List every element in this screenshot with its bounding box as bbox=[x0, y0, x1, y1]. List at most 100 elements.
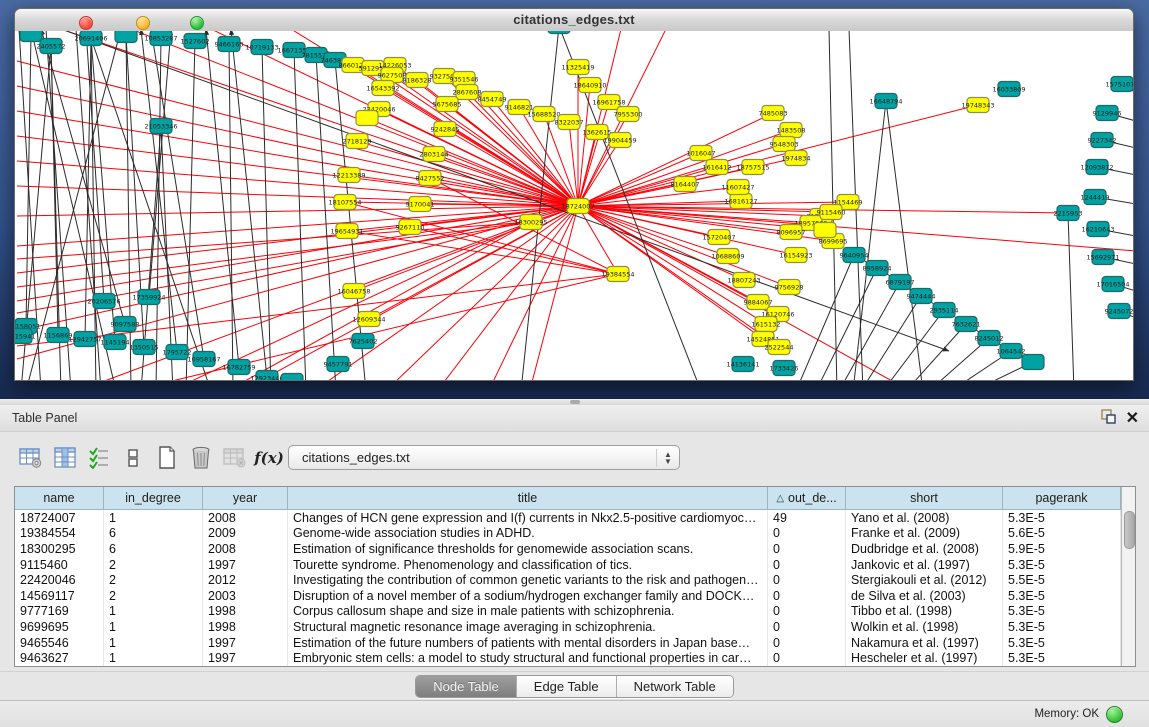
table-cell[interactable]: 2009 bbox=[203, 526, 288, 542]
table-scrollbar[interactable] bbox=[1121, 487, 1135, 666]
graph-node[interactable]: 10958167 bbox=[187, 352, 220, 367]
graph-node[interactable]: 9245072 bbox=[1105, 304, 1133, 319]
table-cell[interactable]: Stergiakouli et al. (2012) bbox=[846, 572, 1003, 588]
graph-node[interactable]: 2935114 bbox=[930, 303, 959, 318]
graph-node[interactable]: 9129946 bbox=[1093, 106, 1122, 121]
graph-node[interactable]: 15692971 bbox=[1086, 250, 1119, 265]
table-cell[interactable]: 5.3E-5 bbox=[1003, 588, 1121, 604]
graph-node[interactable]: 9227342 bbox=[1088, 133, 1117, 148]
graph-node[interactable]: 2718129 bbox=[343, 134, 372, 149]
graph-node[interactable] bbox=[115, 31, 137, 43]
graph-node[interactable]: 10853287 bbox=[144, 31, 177, 46]
table-selector-dropdown[interactable]: citations_edges.txt ▲▼ bbox=[288, 445, 680, 470]
table-cell[interactable]: Yano et al. (2008) bbox=[846, 510, 1003, 526]
graph-node[interactable]: 1483508 bbox=[777, 123, 806, 138]
table-row[interactable]: 1938455462009Genome-wide association stu… bbox=[15, 526, 1121, 542]
table-cell[interactable]: 1 bbox=[104, 510, 203, 526]
table-cell[interactable]: Tibbo et al. (1998) bbox=[846, 604, 1003, 620]
graph-node[interactable]: 2215953 bbox=[1054, 206, 1083, 221]
table-cell[interactable]: 5.9E-5 bbox=[1003, 541, 1121, 557]
table-cell[interactable]: 2 bbox=[104, 557, 203, 573]
graph-node[interactable]: 16046758 bbox=[337, 284, 370, 299]
graph-node[interactable]: 1350515 bbox=[130, 340, 159, 355]
table-cell[interactable]: Hescheler et al. (1997) bbox=[846, 650, 1003, 666]
graph-node[interactable]: 19748343 bbox=[961, 98, 994, 113]
close-panel-icon[interactable]: ✕ bbox=[1126, 410, 1139, 428]
graph-node[interactable]: 1527602 bbox=[181, 34, 210, 49]
graph-node[interactable]: 19384554 bbox=[601, 267, 634, 282]
graph-node[interactable]: 7625402 bbox=[349, 334, 378, 349]
table-cell[interactable]: Structural magnetic resonance image aver… bbox=[288, 619, 768, 635]
graph-node[interactable]: 9457791 bbox=[324, 357, 353, 372]
table-cell[interactable]: de Silva et al. (2003) bbox=[846, 588, 1003, 604]
table-cell[interactable]: 5.5E-5 bbox=[1003, 572, 1121, 588]
table-cell[interactable]: 1 bbox=[104, 604, 203, 620]
table-cell[interactable]: 2003 bbox=[203, 588, 288, 604]
table-cell[interactable]: 1 bbox=[104, 619, 203, 635]
graph-node[interactable]: 17016504 bbox=[1096, 277, 1129, 292]
graph-node[interactable]: 21053346 bbox=[144, 119, 177, 134]
splitter-handle-icon[interactable] bbox=[570, 400, 580, 404]
graph-node[interactable] bbox=[1022, 355, 1044, 370]
graph-node[interactable]: 10719133 bbox=[245, 40, 278, 55]
table-cell[interactable]: 1997 bbox=[203, 557, 288, 573]
table-row[interactable]: 1456911722003Disruption of a novel membe… bbox=[15, 588, 1121, 604]
graph-node[interactable]: 1145194 bbox=[101, 335, 130, 350]
new-table-button[interactable] bbox=[152, 442, 182, 474]
table-cell[interactable]: 5.3E-5 bbox=[1003, 510, 1121, 526]
tab-network-table[interactable]: Network Table bbox=[616, 676, 733, 697]
table-row[interactable]: 946362711997Embryonic stem cells: a mode… bbox=[15, 650, 1121, 666]
tab-node-table[interactable]: Node Table bbox=[416, 676, 516, 697]
table-row[interactable]: 946554611997Estimation of the future num… bbox=[15, 635, 1121, 651]
table-cell[interactable]: 6 bbox=[104, 541, 203, 557]
table-cell[interactable]: 2008 bbox=[203, 510, 288, 526]
graph-node[interactable]: 1016047 bbox=[687, 146, 716, 161]
graph-node[interactable]: 16033809 bbox=[992, 82, 1025, 97]
graph-node[interactable]: 9548303 bbox=[770, 137, 799, 152]
column-header-name[interactable]: name bbox=[15, 487, 104, 509]
table-cell[interactable]: Dudbridge et al. (2008) bbox=[846, 541, 1003, 557]
table-cell[interactable]: 5.3E-5 bbox=[1003, 635, 1121, 651]
table-cell[interactable]: 0 bbox=[768, 557, 846, 573]
graph-node[interactable]: 9170041 bbox=[406, 197, 435, 212]
table-cell[interactable]: 0 bbox=[768, 588, 846, 604]
graph-node[interactable]: 1244419 bbox=[1081, 190, 1110, 205]
table-cell[interactable]: Estimation of significance thresholds fo… bbox=[288, 541, 768, 557]
table-cell[interactable]: 2008 bbox=[203, 541, 288, 557]
table-cell[interactable]: 1998 bbox=[203, 604, 288, 620]
table-settings-button[interactable] bbox=[16, 442, 46, 474]
graph-node[interactable]: 9466160 bbox=[215, 37, 244, 52]
graph-node[interactable]: 16154923 bbox=[779, 248, 812, 263]
table-cell[interactable]: 1997 bbox=[203, 635, 288, 651]
table-cell[interactable]: Genome-wide association studies in ADHD. bbox=[288, 526, 768, 542]
tab-edge-table[interactable]: Edge Table bbox=[516, 676, 616, 697]
table-cell[interactable]: 0 bbox=[768, 635, 846, 651]
graph-node[interactable]: 8245012 bbox=[975, 331, 1004, 346]
graph-node[interactable]: 12923446 bbox=[250, 371, 283, 381]
table-cell[interactable]: 19384554 bbox=[15, 526, 104, 542]
table-cell[interactable]: Investigating the contribution of common… bbox=[288, 572, 768, 588]
table-row[interactable]: 2242004622012Investigating the contribut… bbox=[15, 572, 1121, 588]
table-cell[interactable]: 1997 bbox=[203, 650, 288, 666]
table-row[interactable]: 1872400712008Changes of HCN gene express… bbox=[15, 510, 1121, 526]
table-cell[interactable]: 18724007 bbox=[15, 510, 104, 526]
graph-node[interactable]: 15720407 bbox=[702, 230, 735, 245]
memory-indicator[interactable] bbox=[1106, 706, 1123, 723]
graph-node[interactable]: 12093872 bbox=[1080, 160, 1113, 175]
delete-column-button[interactable] bbox=[220, 442, 250, 474]
graph-node[interactable]: 16210643 bbox=[1081, 222, 1114, 237]
table-cell[interactable]: 1 bbox=[104, 650, 203, 666]
table-cell[interactable]: Wolkin et al. (1998) bbox=[846, 619, 1003, 635]
table-cell[interactable]: 0 bbox=[768, 526, 846, 542]
graph-node[interactable]: 9474444 bbox=[907, 289, 936, 304]
function-builder-button[interactable]: f(x) bbox=[254, 442, 284, 474]
network-window-titlebar[interactable]: citations_edges.txt bbox=[15, 9, 1133, 32]
table-row[interactable]: 911546021997Tourette syndrome. Phenomeno… bbox=[15, 557, 1121, 573]
graph-node[interactable]: 1974834 bbox=[782, 151, 811, 166]
graph-node[interactable]: 1733426 bbox=[770, 361, 799, 376]
table-cell[interactable]: 0 bbox=[768, 650, 846, 666]
table-cell[interactable]: 9777169 bbox=[15, 604, 104, 620]
table-cell[interactable]: Estimation of the future numbers of pati… bbox=[288, 635, 768, 651]
graph-node[interactable]: 10688609 bbox=[711, 249, 744, 264]
table-cell[interactable]: 0 bbox=[768, 541, 846, 557]
